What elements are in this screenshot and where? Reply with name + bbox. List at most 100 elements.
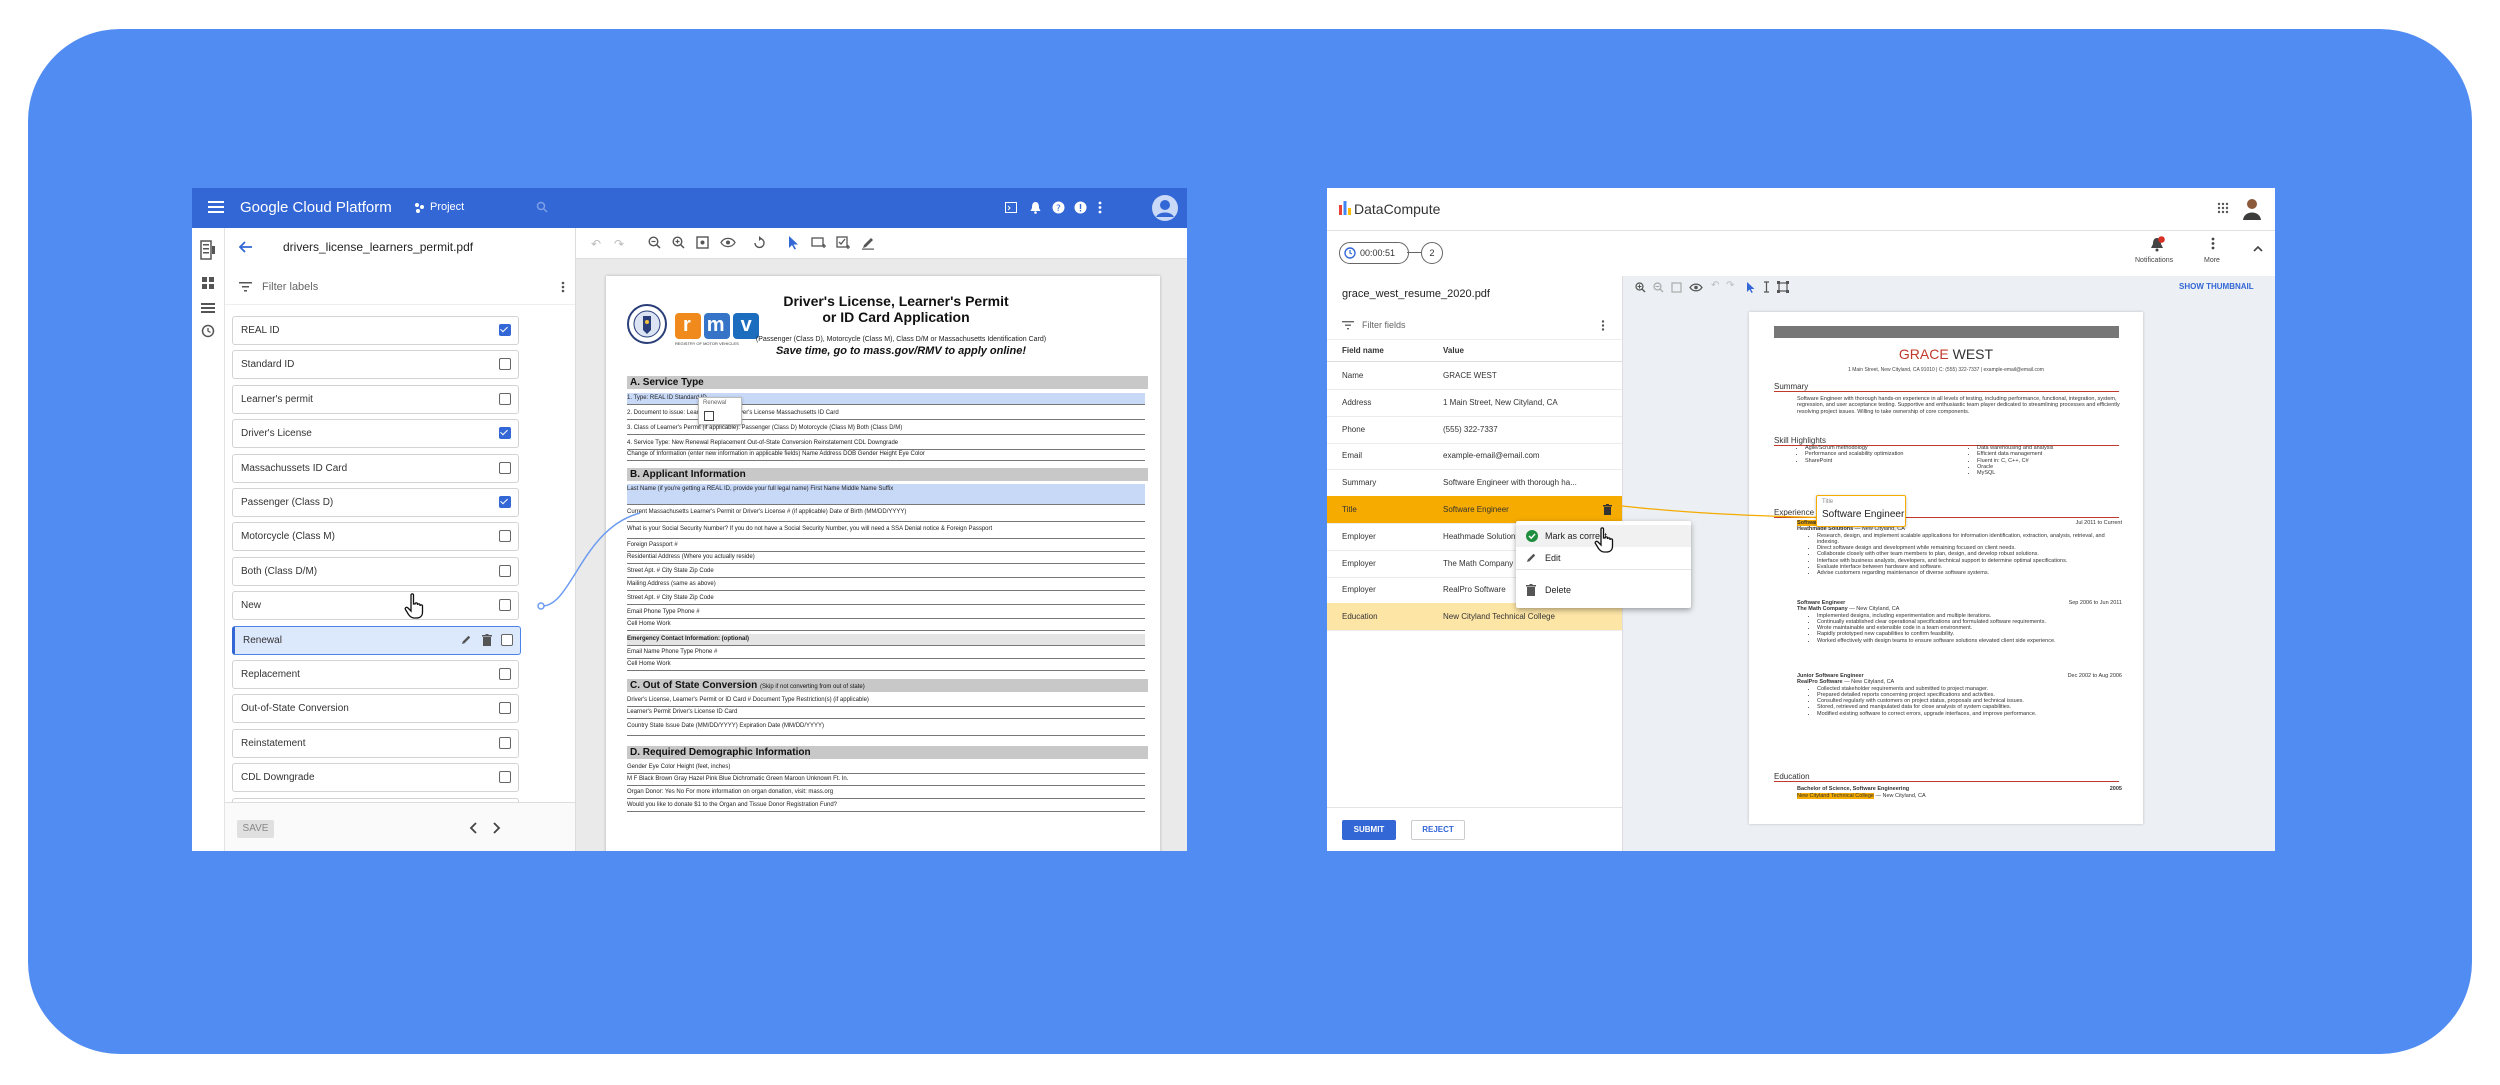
filter-fields-input[interactable]: Filter fields: [1362, 320, 1406, 330]
search-icon[interactable]: [536, 201, 548, 213]
more-vert-icon[interactable]: [1098, 201, 1102, 214]
zoom-out-icon[interactable]: [648, 236, 661, 249]
label-item[interactable]: Driver's License: [232, 419, 519, 449]
fit-page-icon[interactable]: [696, 236, 709, 249]
job-title-row: Software Engineer Sep 2006 to Jun 2011: [1797, 600, 2122, 606]
zoom-in-icon[interactable]: [1635, 282, 1646, 293]
label-item[interactable]: Massachussets ID Card: [232, 453, 519, 483]
terminal-icon[interactable]: [1005, 202, 1017, 213]
bounding-box-icon[interactable]: [1777, 281, 1789, 293]
task-count[interactable]: 2: [1421, 242, 1443, 264]
feedback-icon[interactable]: [1074, 201, 1087, 214]
undo-icon[interactable]: ↶: [591, 237, 601, 251]
field-row[interactable]: Title Software Engineer: [1327, 496, 1622, 524]
zoom-out-icon[interactable]: [1653, 282, 1664, 293]
field-row[interactable]: Email example-email@email.com: [1327, 442, 1622, 471]
document-ai-icon[interactable]: [200, 240, 216, 260]
label-checkbox[interactable]: [499, 461, 511, 474]
trash-icon[interactable]: [482, 633, 492, 646]
zoom-in-icon[interactable]: [672, 236, 685, 249]
more-vert-icon[interactable]: [1601, 320, 1605, 331]
field-row[interactable]: Address 1 Main Street, New Cityland, CA: [1327, 389, 1622, 417]
form-line: Cell Home Work: [627, 659, 1145, 671]
notifications-bell-icon[interactable]: [1030, 201, 1041, 214]
chevron-left-icon[interactable]: [469, 822, 477, 834]
label-checkbox[interactable]: [499, 392, 511, 405]
undo-icon[interactable]: ↶: [1711, 280, 1719, 291]
field-row[interactable]: Phone (555) 322-7337: [1327, 416, 1622, 444]
tooltip-checkbox[interactable]: [704, 411, 714, 421]
fit-page-icon[interactable]: [1671, 282, 1682, 293]
label-item[interactable]: Learner's permit: [232, 384, 519, 414]
label-item[interactable]: New: [232, 591, 519, 621]
label-checkbox[interactable]: [501, 633, 513, 646]
label-item[interactable]: Out-of-State Conversion: [232, 694, 519, 724]
chevron-up-icon[interactable]: [2253, 245, 2263, 252]
filter-fields-bar[interactable]: Filter fields: [1327, 312, 1622, 340]
form-line: What is your Social Security Number? If …: [627, 524, 1145, 539]
job-dates: Dec 2002 to Aug 2006: [2067, 673, 2122, 679]
reject-button[interactable]: REJECT: [1411, 820, 1465, 840]
filter-labels-bar[interactable]: Filter labels: [225, 271, 575, 305]
user-avatar-icon[interactable]: [2241, 196, 2263, 220]
rotate-icon[interactable]: [752, 236, 766, 250]
label-checkbox[interactable]: [499, 496, 511, 508]
redo-icon[interactable]: ↷: [1726, 280, 1734, 291]
field-row[interactable]: Summary Software Engineer with thorough h…: [1327, 469, 1622, 498]
label-checkbox[interactable]: [499, 771, 511, 784]
label-checkbox[interactable]: [499, 736, 511, 749]
help-icon[interactable]: ?: [1052, 201, 1065, 214]
more-vert-icon[interactable]: [2211, 237, 2215, 250]
label-item[interactable]: CDL Downgrade: [232, 763, 519, 793]
project-selector[interactable]: Project: [430, 201, 464, 213]
label-checkbox[interactable]: [499, 427, 511, 440]
label-item[interactable]: REAL ID: [232, 316, 519, 345]
visibility-icon[interactable]: [720, 237, 736, 248]
chevron-right-icon[interactable]: [493, 822, 501, 834]
label-item[interactable]: Reinstatement: [232, 728, 519, 758]
apps-grid-icon[interactable]: [2217, 202, 2229, 214]
list-view-icon[interactable]: [201, 302, 215, 314]
edit-pencil-icon[interactable]: [461, 634, 472, 645]
label-item[interactable]: Renewal: [232, 625, 521, 655]
notifications-icon[interactable]: [2149, 236, 2165, 253]
label-checkbox[interactable]: [499, 530, 511, 543]
label-checkbox[interactable]: [499, 358, 511, 371]
field-row[interactable]: Name GRACE WEST: [1327, 362, 1622, 390]
trash-icon[interactable]: [1603, 504, 1612, 515]
redo-icon[interactable]: ↷: [614, 237, 624, 251]
filter-labels-input[interactable]: Filter labels: [262, 281, 318, 293]
visibility-icon[interactable]: [1689, 283, 1703, 292]
resume-school: New Cityland Technical College — New Cit…: [1797, 793, 1926, 799]
history-icon[interactable]: [201, 324, 215, 338]
account-avatar-icon[interactable]: [1152, 195, 1178, 221]
label-item[interactable]: Motorcycle (Class M): [232, 522, 519, 552]
labels-icon[interactable]: [201, 276, 215, 290]
save-button[interactable]: SAVE: [237, 820, 274, 838]
section-a-heading: A. Service Type: [627, 376, 1148, 389]
label-checkbox[interactable]: [499, 599, 511, 612]
label-checkbox[interactable]: [499, 564, 511, 577]
show-thumbnail-button[interactable]: SHOW THUMBNAIL: [2179, 282, 2254, 291]
label-checkbox[interactable]: [499, 702, 511, 715]
select-pointer-icon[interactable]: [1746, 281, 1755, 294]
label-item[interactable]: Replacement: [232, 660, 519, 689]
submit-button[interactable]: SUBMIT: [1342, 820, 1396, 840]
label-item[interactable]: Standard ID: [232, 350, 519, 380]
add-checkbox-icon[interactable]: [836, 236, 851, 250]
label-item[interactable]: Passenger (Class D): [232, 488, 519, 517]
more-vert-icon[interactable]: [561, 281, 565, 293]
menu-item-delete[interactable]: Delete: [1516, 579, 1691, 601]
select-pointer-icon[interactable]: [788, 235, 799, 250]
label-item-text: Both (Class D/M): [241, 565, 318, 577]
text-cursor-icon[interactable]: [1763, 281, 1770, 293]
hamburger-menu-icon[interactable]: [208, 200, 224, 214]
skill-item: SharePoint: [1805, 458, 1935, 464]
bounding-box-icon[interactable]: [811, 236, 827, 249]
gcp-brand[interactable]: Google Cloud Platform: [240, 199, 392, 216]
back-arrow-icon[interactable]: [239, 241, 253, 253]
label-checkbox[interactable]: [499, 668, 511, 680]
pen-icon[interactable]: [861, 236, 875, 250]
label-item[interactable]: Both (Class D/M): [232, 556, 519, 586]
label-checkbox[interactable]: [499, 324, 511, 336]
